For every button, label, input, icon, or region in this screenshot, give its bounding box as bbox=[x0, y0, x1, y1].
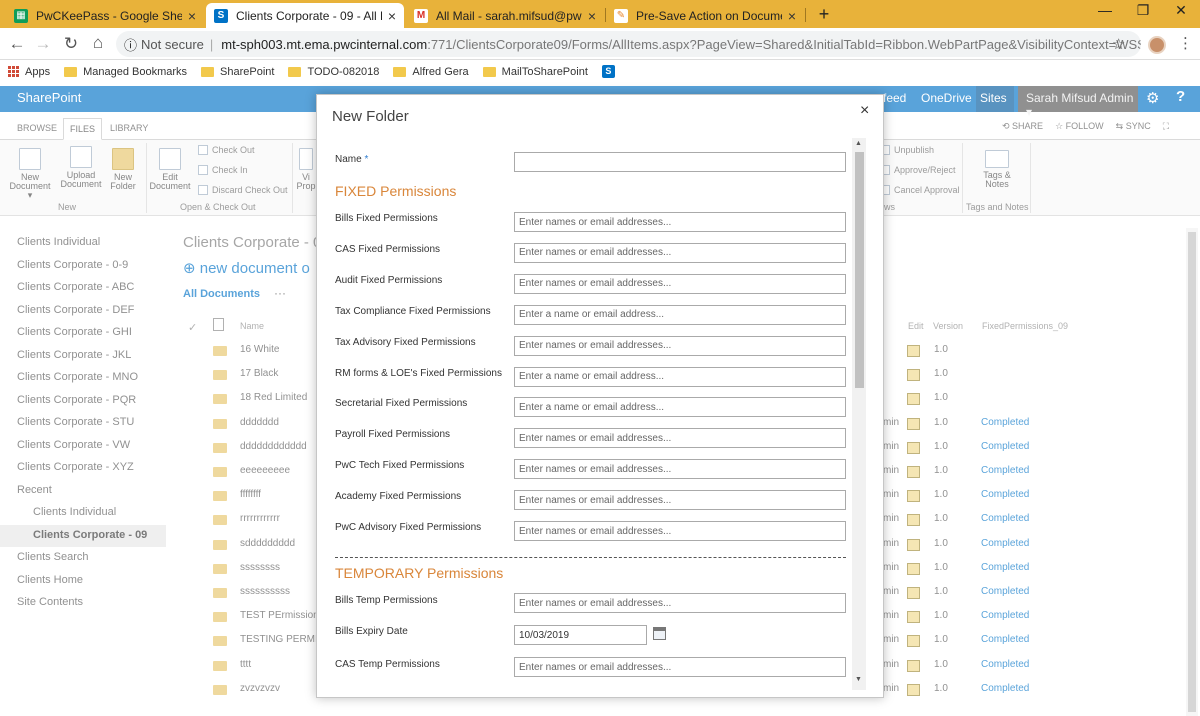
sharepoint-icon: S bbox=[601, 65, 615, 78]
fixed-permission-label: Tax Advisory Fixed Permissions bbox=[335, 336, 476, 348]
bookmarks-bar: Apps Managed Bookmarks SharePoint TODO-0… bbox=[0, 60, 1200, 83]
bookmark-managed[interactable]: Managed Bookmarks bbox=[64, 66, 187, 78]
gmail-icon: M bbox=[414, 8, 428, 23]
folder-icon bbox=[64, 66, 78, 77]
tab-title: Clients Corporate - 09 - All Docu bbox=[236, 8, 382, 23]
required-marker: * bbox=[361, 154, 369, 165]
bookmark-todo[interactable]: TODO-082018 bbox=[288, 66, 379, 78]
close-icon[interactable]: × bbox=[860, 102, 869, 120]
name-label: Name * bbox=[335, 154, 368, 165]
calendar-icon[interactable] bbox=[653, 627, 666, 640]
bookmark-apps[interactable]: Apps bbox=[8, 66, 50, 78]
dialog-scrollbar-thumb[interactable] bbox=[855, 152, 864, 388]
close-tab-icon[interactable]: × bbox=[788, 8, 796, 24]
fixed-permission-label: CAS Fixed Permissions bbox=[335, 243, 441, 255]
forward-button[interactable]: → bbox=[32, 34, 54, 54]
bills-expiry-label: Bills Expiry Date bbox=[335, 626, 408, 637]
browser-tab-gmail[interactable]: M All Mail - sarah.mifsud@pwc.com × bbox=[406, 3, 604, 28]
maximize-button[interactable]: ❐ bbox=[1128, 2, 1158, 19]
apps-grid-icon bbox=[8, 66, 19, 77]
bills-expiry-date-input[interactable]: 10/03/2019 bbox=[514, 625, 647, 645]
fixed-permission-input[interactable] bbox=[514, 490, 846, 511]
dialog-title: New Folder bbox=[332, 108, 409, 125]
browser-tab-sharepoint[interactable]: S Clients Corporate - 09 - All Docu × bbox=[206, 3, 404, 28]
fixed-permission-label: Audit Fixed Permissions bbox=[335, 274, 443, 286]
security-label: Not secure bbox=[141, 36, 204, 52]
pwc-icon: ✎ bbox=[614, 8, 628, 23]
fixed-permission-label: RM forms & LOE's Fixed Permissions bbox=[335, 367, 502, 379]
folder-icon bbox=[201, 66, 215, 77]
fixed-permission-input[interactable] bbox=[514, 242, 846, 263]
reload-button[interactable]: ↻ bbox=[60, 34, 82, 54]
address-bar[interactable]: ⓘ Not secure | mt-sph003.mt.ema.pwcinter… bbox=[116, 31, 1141, 57]
address-separator: | bbox=[209, 36, 214, 52]
temporary-permissions-heading: TEMPORARY Permissions bbox=[335, 565, 504, 581]
close-tab-icon[interactable]: × bbox=[388, 8, 396, 24]
cas-temp-label: CAS Temp Permissions bbox=[335, 659, 440, 670]
minimize-button[interactable]: — bbox=[1090, 2, 1120, 18]
fixed-permission-input[interactable] bbox=[514, 335, 846, 356]
bookmark-alfred[interactable]: Alfred Gera bbox=[393, 65, 469, 78]
close-tab-icon[interactable]: × bbox=[188, 8, 196, 24]
fixed-permission-input[interactable] bbox=[514, 521, 846, 541]
bookmark-star-icon[interactable]: ☆ bbox=[1112, 35, 1125, 53]
profile-avatar[interactable] bbox=[1148, 36, 1166, 54]
back-button[interactable]: ← bbox=[6, 34, 28, 54]
fixed-permission-label: Payroll Fixed Permissions bbox=[335, 429, 451, 441]
bookmark-sharepoint-site[interactable]: S bbox=[601, 65, 615, 78]
tab-separator bbox=[805, 8, 806, 22]
bookmark-label: TODO-082018 bbox=[307, 65, 380, 78]
bookmark-label: Alfred Gera bbox=[412, 65, 469, 78]
close-window-button[interactable]: ✕ bbox=[1166, 2, 1196, 19]
cas-temp-input[interactable] bbox=[514, 657, 846, 677]
fixed-permission-label: Tax Compliance Fixed Permissions bbox=[335, 305, 491, 317]
fixed-permission-label: PwC Tech Fixed Permissions bbox=[335, 460, 465, 472]
bookmark-sharepoint[interactable]: SharePoint bbox=[201, 66, 274, 78]
tab-title: PwCKeePass - Google Sheets bbox=[36, 8, 182, 23]
fixed-permission-input[interactable] bbox=[514, 397, 846, 418]
new-tab-button[interactable]: + bbox=[814, 4, 834, 25]
bills-temp-input[interactable] bbox=[514, 593, 846, 613]
bookmark-mailtosharepoint[interactable]: MailToSharePoint bbox=[482, 65, 588, 78]
folder-icon bbox=[393, 66, 407, 77]
fixed-permission-input[interactable] bbox=[514, 212, 846, 232]
tab-title: Pre-Save Action on Document Li bbox=[636, 8, 782, 23]
tab-title: All Mail - sarah.mifsud@pwc.com bbox=[436, 8, 582, 23]
browser-menu-icon[interactable]: ⋮ bbox=[1178, 34, 1193, 52]
fixed-permission-input[interactable] bbox=[514, 304, 846, 325]
name-label-text: Name bbox=[335, 154, 362, 165]
url-host: mt-sph003.mt.ema.pwcinternal.com bbox=[221, 36, 428, 52]
fixed-permission-label: PwC Advisory Fixed Permissions bbox=[335, 522, 482, 533]
folder-icon bbox=[288, 66, 302, 77]
fixed-permission-input[interactable] bbox=[514, 459, 846, 480]
section-divider bbox=[335, 557, 846, 558]
bookmark-label: MailToSharePoint bbox=[501, 65, 588, 78]
bookmark-label: Apps bbox=[25, 65, 51, 78]
url-path: :771/ClientsCorporate09/Forms/AllItems.a… bbox=[427, 36, 1141, 52]
bookmark-label: SharePoint bbox=[220, 65, 275, 78]
folder-icon bbox=[482, 66, 496, 77]
sheets-icon: ▦ bbox=[14, 8, 28, 23]
browser-tab-pwc[interactable]: ✎ Pre-Save Action on Document Li × bbox=[606, 3, 804, 28]
bills-temp-label: Bills Temp Permissions bbox=[335, 595, 438, 606]
fixed-permissions-heading: FIXED Permissions bbox=[335, 183, 457, 199]
sharepoint-icon: S bbox=[214, 8, 228, 23]
browser-tab-sheets[interactable]: ▦ PwCKeePass - Google Sheets × bbox=[6, 3, 204, 28]
home-icon[interactable]: ⌂ bbox=[87, 33, 109, 53]
fixed-permission-label: Secretarial Fixed Permissions bbox=[335, 398, 468, 410]
name-input[interactable] bbox=[514, 152, 846, 172]
info-icon[interactable]: ⓘ bbox=[124, 35, 137, 54]
scroll-down-icon[interactable]: ▼ bbox=[855, 676, 862, 683]
scroll-up-icon[interactable]: ▲ bbox=[855, 140, 862, 147]
fixed-permission-label: Academy Fixed Permissions bbox=[335, 491, 462, 503]
bookmark-label: Managed Bookmarks bbox=[83, 65, 188, 78]
fixed-permission-label: Bills Fixed Permissions bbox=[335, 213, 438, 224]
close-tab-icon[interactable]: × bbox=[588, 8, 596, 24]
fixed-permission-input[interactable] bbox=[514, 428, 846, 449]
fixed-permission-input[interactable] bbox=[514, 366, 846, 387]
fixed-permission-input[interactable] bbox=[514, 273, 846, 294]
